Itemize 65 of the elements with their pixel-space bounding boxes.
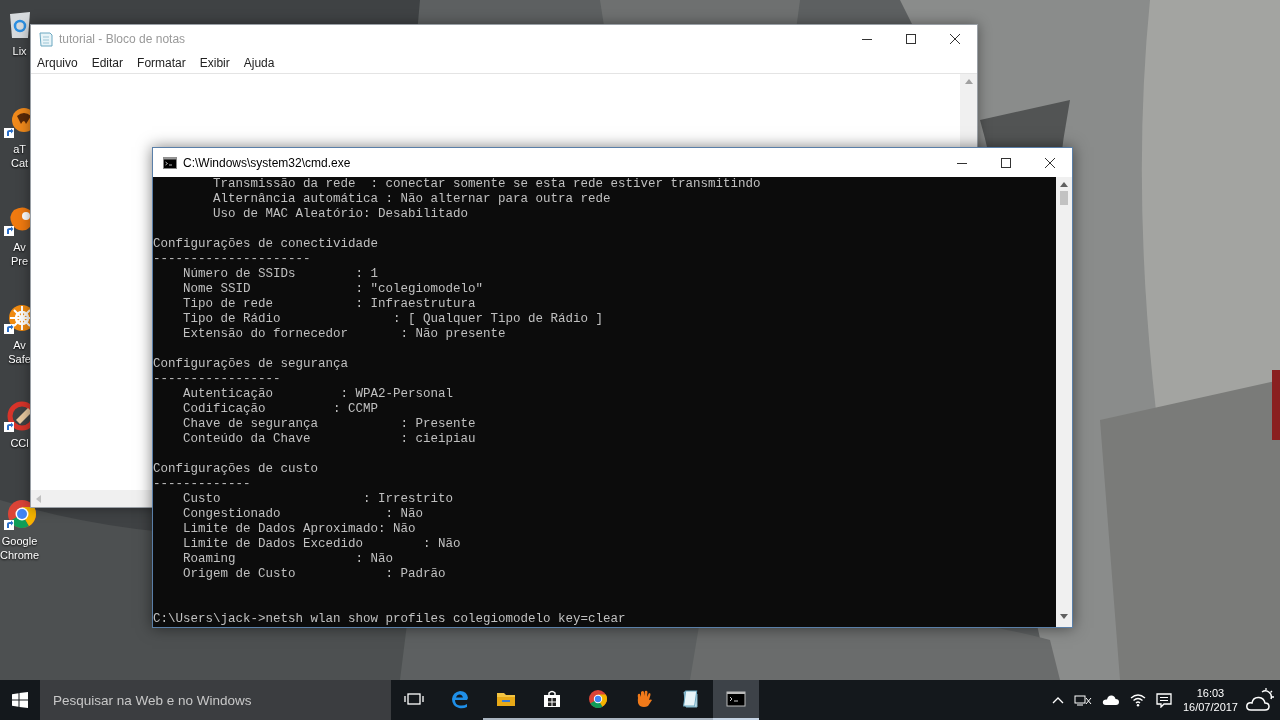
console-line: Origem de Custo : Padrão — [182, 567, 446, 582]
windows-logo-icon — [12, 692, 28, 708]
chevron-up-icon — [1051, 696, 1064, 704]
console-line: Congestionado : Não — [182, 507, 424, 522]
icon-label: Lix — [12, 44, 27, 58]
maximize-icon — [1001, 157, 1011, 168]
console-line: Extensão do fornecedor : Não presente — [182, 327, 506, 342]
console-line: Codificação : CCMP — [182, 402, 379, 417]
console-line: ------------- — [153, 477, 251, 492]
console-line: Conteúdo da Chave : cieipiau — [182, 432, 476, 447]
console-line: Uso de MAC Aleatório: Desabilitado — [212, 207, 469, 222]
terminal-icon — [726, 689, 746, 709]
circle-logo-icon — [588, 689, 608, 709]
console-line: Tipo de rede : Infraestrutura — [182, 297, 476, 312]
icon-label: CCl — [10, 436, 29, 450]
console-line: Configurações de segurança — [153, 357, 349, 372]
console-line: Limite de Dados Aproximado: Não — [182, 522, 416, 537]
console-line: Chave de segurança : Presente — [182, 417, 476, 432]
up-arrow-icon — [964, 79, 973, 84]
console-line: Configurações de custo — [153, 462, 319, 477]
icon-label: aT Cat — [11, 142, 29, 170]
console-line: Roaming : Não — [182, 552, 394, 567]
up-arrow-icon — [1060, 182, 1068, 187]
menu-item[interactable]: Ajuda — [239, 54, 280, 72]
console-line: ----------------- — [153, 372, 281, 387]
menu-item[interactable]: Formatar — [133, 54, 191, 72]
icon-label: Av Safe — [8, 338, 31, 366]
taskbar-button[interactable] — [713, 680, 759, 720]
vertical-scrollbar[interactable] — [1056, 177, 1072, 627]
console-line: Limite de Dados Excedido : Não — [182, 537, 461, 552]
notepad-icon — [680, 689, 700, 709]
icon-label: Google Chrome — [0, 534, 40, 562]
console-line: Configurações de conectividade — [153, 237, 379, 252]
console-line: Nome SSID : "colegiomodelo" — [182, 282, 484, 297]
network-icon — [1073, 693, 1092, 707]
command-line[interactable]: C:\Users\jack->netsh wlan show profiles colegiomodelo key=clear — [153, 612, 626, 627]
console-line: Custo : Irrestrito — [182, 492, 454, 507]
maximize-icon — [906, 34, 916, 44]
console-line: Autenticação : WPA2-Personal — [182, 387, 454, 402]
menu-item[interactable]: Exibir — [195, 54, 235, 72]
console-line: Transmissão da rede : conectar somente se esta rede estiver transmitindo — [212, 177, 761, 192]
close-icon — [1045, 157, 1055, 168]
shopping-bag-icon — [542, 689, 562, 709]
notepad-icon — [38, 31, 54, 47]
window-title: C:\Windows\system32\cmd.exe — [183, 155, 351, 170]
console-line: Tipo de Rádio : [ Qualquer Tipo de Rádio ] — [182, 312, 604, 327]
console-line: --------------------- — [153, 252, 311, 267]
menu-item[interactable]: Editar — [87, 54, 129, 72]
scroll-thumb[interactable] — [1060, 191, 1068, 205]
clock[interactable]: 16:03 16/07/2017 — [1176, 686, 1244, 714]
close-icon — [950, 34, 960, 44]
search-field[interactable]: Pesquisar na Web e no Windows — [40, 680, 391, 720]
e-browser-icon — [450, 689, 470, 709]
window-title: tutorial - Bloco de notas — [59, 32, 186, 46]
console-line: Número de SSIDs : 1 — [182, 267, 379, 282]
cloud-icon — [1101, 694, 1120, 706]
icon-label: Av Pre — [11, 240, 29, 268]
menu-item[interactable]: Arquivo — [33, 54, 83, 72]
weather-icon — [1246, 688, 1274, 712]
down-arrow-icon — [1060, 614, 1068, 619]
terminal-icon — [163, 156, 177, 169]
notification-icon — [1155, 692, 1172, 708]
left-arrow-icon — [36, 494, 41, 503]
wifi-icon — [1129, 693, 1146, 707]
console-line: Alternância automática : Não alternar para outra rede — [212, 192, 611, 207]
